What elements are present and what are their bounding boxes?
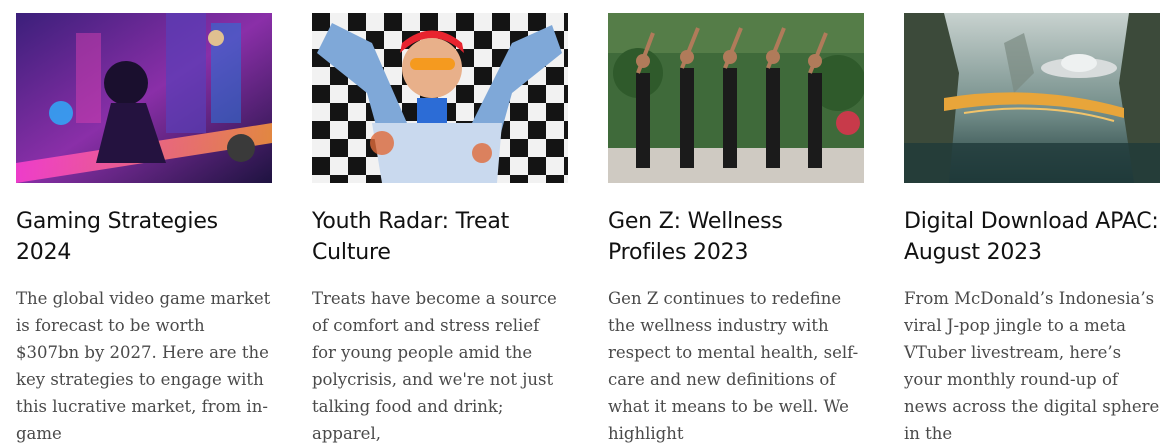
card-title[interactable]: Gaming Strategies 2024 bbox=[16, 206, 272, 268]
report-card[interactable]: Youth Radar: Treat Culture Treats have b… bbox=[312, 13, 568, 447]
report-card-grid: Gaming Strategies 2024 The global video … bbox=[0, 0, 1174, 443]
card-title[interactable]: Digital Download APAC: August 2023 bbox=[904, 206, 1160, 268]
card-description: From McDonald’s Indonesia’s viral J-pop … bbox=[904, 289, 1160, 443]
report-card[interactable]: Gaming Strategies 2024 The global video … bbox=[16, 13, 272, 447]
card-title[interactable]: Gen Z: Wellness Profiles 2023 bbox=[608, 206, 864, 268]
gaming-hero-image[interactable] bbox=[16, 13, 272, 183]
report-card[interactable]: Gen Z: Wellness Profiles 2023 Gen Z cont… bbox=[608, 13, 864, 447]
treat-culture-portrait-image[interactable] bbox=[312, 13, 568, 183]
card-description: The global video game market is forecast… bbox=[16, 289, 271, 443]
card-description: Treats have become a source of comfort a… bbox=[312, 289, 557, 443]
futuristic-landscape-image[interactable] bbox=[904, 13, 1160, 183]
report-card[interactable]: Digital Download APAC: August 2023 From … bbox=[904, 13, 1160, 447]
card-description: Gen Z continues to redefine the wellness… bbox=[608, 289, 859, 443]
card-title[interactable]: Youth Radar: Treat Culture bbox=[312, 206, 568, 268]
wellness-group-image[interactable] bbox=[608, 13, 864, 183]
